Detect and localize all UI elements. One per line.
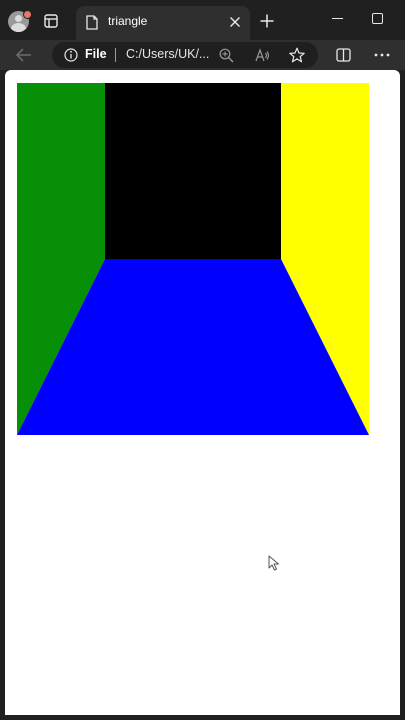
url-text[interactable]: C:/Users/UK/...: [126, 47, 209, 61]
back-wall: [105, 83, 281, 259]
page-viewport: [5, 70, 400, 715]
tab-title: triangle: [108, 14, 148, 28]
tab-triangle[interactable]: triangle: [76, 6, 250, 40]
maximize-icon[interactable]: [372, 13, 383, 24]
tab-actions-icon[interactable]: [44, 14, 58, 28]
tab-strip: triangle: [0, 0, 405, 40]
avatar-body: [11, 23, 26, 32]
info-icon[interactable]: [64, 48, 78, 62]
address-bar[interactable]: File C:/Users/UK/...: [52, 42, 318, 68]
document-icon: [86, 15, 98, 30]
cursor-icon: [268, 555, 279, 571]
read-aloud-icon[interactable]: [255, 48, 270, 63]
plus-icon[interactable]: [260, 14, 274, 28]
star-icon[interactable]: [289, 47, 305, 63]
arrow-left-icon[interactable]: [15, 47, 32, 63]
profile-notification-dot: [23, 10, 32, 19]
avatar-head: [15, 15, 22, 22]
scene-canvas: [17, 83, 369, 435]
zoom-in-icon[interactable]: [219, 48, 234, 63]
minimize-icon[interactable]: [332, 18, 343, 19]
close-icon[interactable]: [229, 16, 241, 28]
address-separator: [115, 48, 116, 62]
navigation-toolbar: File C:/Users/UK/...: [0, 40, 405, 70]
scheme-label: File: [85, 47, 107, 61]
split-screen-icon[interactable]: [336, 48, 351, 62]
ellipsis-icon[interactable]: [374, 53, 390, 57]
